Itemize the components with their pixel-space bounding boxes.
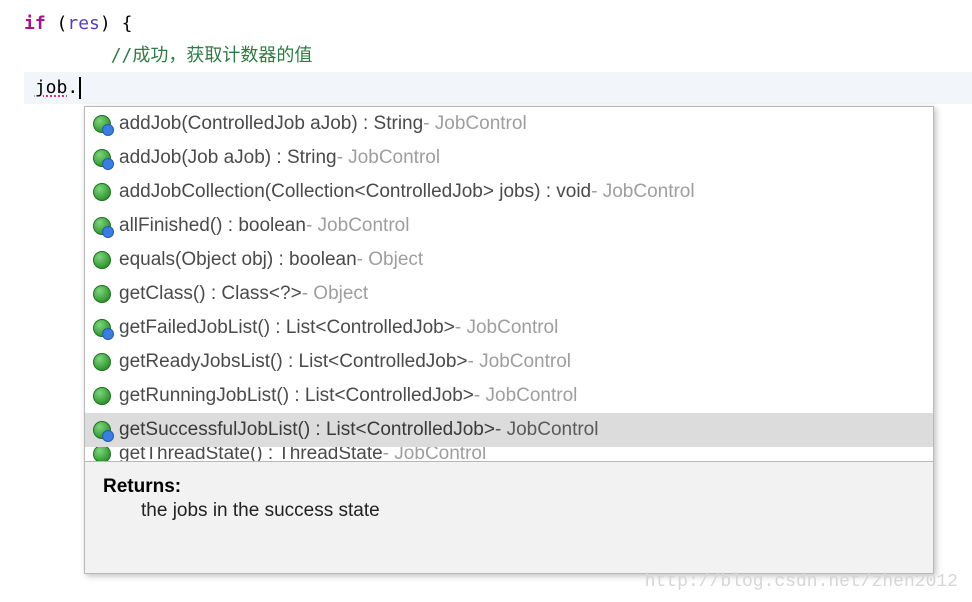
open-paren: ( [46, 13, 68, 34]
autocomplete-popup[interactable]: addJob(ControlledJob aJob) : String - Jo… [84, 106, 934, 574]
method-signature: allFinished() : boolean [119, 213, 306, 239]
method-declaring-class: - JobControl [468, 349, 572, 375]
suggestion-item[interactable]: getReadyJobsList() : List<ControlledJob>… [85, 345, 933, 379]
method-signature: getSuccessfulJobList() : List<Controlled… [119, 417, 495, 443]
method-public-icon [93, 387, 111, 405]
method-signature: getThreadState() : ThreadState [119, 447, 383, 461]
suggestion-item[interactable]: getFailedJobList() : List<ControlledJob>… [85, 311, 933, 345]
suggestion-item[interactable]: getThreadState() : ThreadState - JobCont… [85, 447, 933, 461]
method-signature: addJobCollection(Collection<ControlledJo… [119, 179, 591, 205]
method-public-icon [93, 447, 111, 461]
javadoc-heading: Returns: [103, 476, 915, 498]
indent [24, 45, 111, 66]
method-public-icon [93, 353, 111, 371]
javadoc-panel: Returns: the jobs in the success state [85, 461, 933, 573]
method-signature: addJob(Job aJob) : String [119, 145, 337, 171]
watermark: http://blog.csdn.net/zhen2012 [645, 572, 958, 592]
method-declaring-class: - JobControl [474, 383, 578, 409]
method-declaring-class: - JobControl [455, 315, 559, 341]
code-line-current[interactable]: job. [24, 72, 972, 104]
method-declaring-class: - Object [357, 247, 424, 273]
method-declaring-class: - JobControl [306, 213, 410, 239]
text-cursor [79, 77, 81, 99]
open-brace: { [122, 13, 133, 34]
method-declaring-class: - JobControl [495, 417, 599, 443]
indent [24, 77, 35, 98]
suggestion-item[interactable]: getSuccessfulJobList() : List<Controlled… [85, 413, 933, 447]
method-declaring-class: - JobControl [591, 179, 695, 205]
method-declaring-class: - Object [302, 281, 369, 307]
method-declaring-class: - JobControl [383, 447, 487, 461]
keyword-if: if [24, 13, 46, 34]
code-line-1[interactable]: if (res) { [24, 8, 972, 40]
method-public-icon [93, 183, 111, 201]
dot: . [67, 77, 78, 98]
suggestion-item[interactable]: addJob(Job aJob) : String - JobControl [85, 141, 933, 175]
method-inherited-icon [93, 115, 111, 133]
method-inherited-icon [93, 217, 111, 235]
method-signature: equals(Object obj) : boolean [119, 247, 357, 273]
suggestion-item[interactable]: addJobCollection(Collection<ControlledJo… [85, 175, 933, 209]
identifier-res: res [67, 13, 100, 34]
suggestion-item[interactable]: allFinished() : boolean - JobControl [85, 209, 933, 243]
method-signature: getFailedJobList() : List<ControlledJob> [119, 315, 455, 341]
suggestion-item[interactable]: equals(Object obj) : boolean - Object [85, 243, 933, 277]
javadoc-text: the jobs in the success state [103, 498, 915, 522]
suggestion-item[interactable]: getRunningJobList() : List<ControlledJob… [85, 379, 933, 413]
suggestion-item[interactable]: addJob(ControlledJob aJob) : String - Jo… [85, 107, 933, 141]
comment: //成功，获取计数器的值 [111, 45, 313, 66]
method-declaring-class: - JobControl [337, 145, 441, 171]
identifier-job: job [35, 77, 68, 98]
method-public-icon [93, 285, 111, 303]
method-signature: addJob(ControlledJob aJob) : String [119, 111, 423, 137]
close-paren: ) [100, 13, 122, 34]
method-declaring-class: - JobControl [423, 111, 527, 137]
method-inherited-icon [93, 319, 111, 337]
method-signature: getClass() : Class<?> [119, 281, 302, 307]
suggestion-item[interactable]: getClass() : Class<?> - Object [85, 277, 933, 311]
method-signature: getRunningJobList() : List<ControlledJob… [119, 383, 474, 409]
method-public-icon [93, 251, 111, 269]
suggestion-list[interactable]: addJob(ControlledJob aJob) : String - Jo… [85, 107, 933, 461]
method-inherited-icon [93, 421, 111, 439]
code-editor[interactable]: if (res) { //成功，获取计数器的值 job. [0, 0, 972, 104]
method-signature: getReadyJobsList() : List<ControlledJob> [119, 349, 468, 375]
code-line-2[interactable]: //成功，获取计数器的值 [24, 40, 972, 72]
method-inherited-icon [93, 149, 111, 167]
